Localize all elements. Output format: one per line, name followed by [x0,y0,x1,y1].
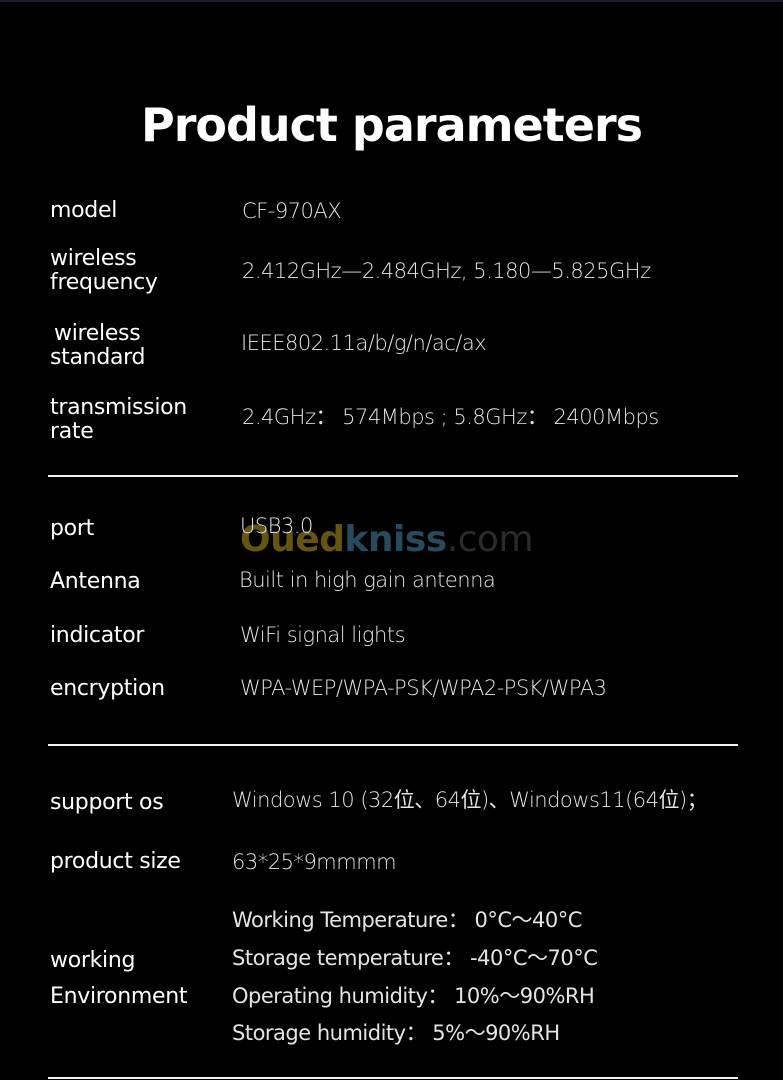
spec-value: IEEE802.11a/b/g/n/ac/ax [241,331,487,355]
spec-value: 2.412GHz—2.484GHz, 5.180—5.825GHz [242,259,651,283]
spec-label-line1: wireless [54,321,141,346]
top-border-strip [0,0,783,2]
spec-value: 63*25*9mmmm [232,850,397,874]
spec-label-line2: rate [50,419,94,444]
spec-value: USB3.0 [240,514,313,538]
spec-label: model [50,198,118,223]
section-divider [48,744,738,746]
spec-label: indicator [50,623,145,648]
spec-label-line1: wireless [50,246,137,271]
env-storage-humidity: Storage humidity： 5%～90%RH [232,1021,560,1045]
spec-label-line2: Environment [50,984,188,1009]
spec-value: 2.4GHz： 574Mbps ; 5.8GHz： 2400Mbps [242,405,659,429]
env-storage-temperature: Storage temperature： -40°C～70°C [232,946,598,970]
spec-label-line1: working [50,948,136,973]
spec-label-line2: frequency [50,270,158,295]
page-title: Product parameters [140,98,643,152]
spec-label-line2: standard [50,345,146,370]
spec-label: encryption [50,676,165,701]
spec-value: Windows 10 (32位、64位)、Windows11(64位)； [232,788,708,812]
spec-value: Built in high gain antenna [239,568,496,592]
spec-label: product size [50,849,181,874]
section-divider [48,1077,738,1079]
spec-value: WPA-WEP/WPA-PSK/WPA2-PSK/WPA3 [240,676,607,700]
watermark-part-com: .com [446,519,534,560]
spec-label-line1: transmission [50,395,187,420]
spec-value: CF-970AX [242,199,342,223]
spec-label: Antenna [50,569,141,594]
spec-value: WiFi signal lights [240,623,406,647]
watermark-part-kniss: kniss [344,519,447,560]
spec-label: port [50,516,94,541]
spec-label: support os [50,790,164,815]
env-working-temperature: Working Temperature： 0°C～40°C [232,908,582,932]
env-operating-humidity: Operating humidity： 10%～90%RH [232,984,595,1008]
section-divider [48,475,738,477]
